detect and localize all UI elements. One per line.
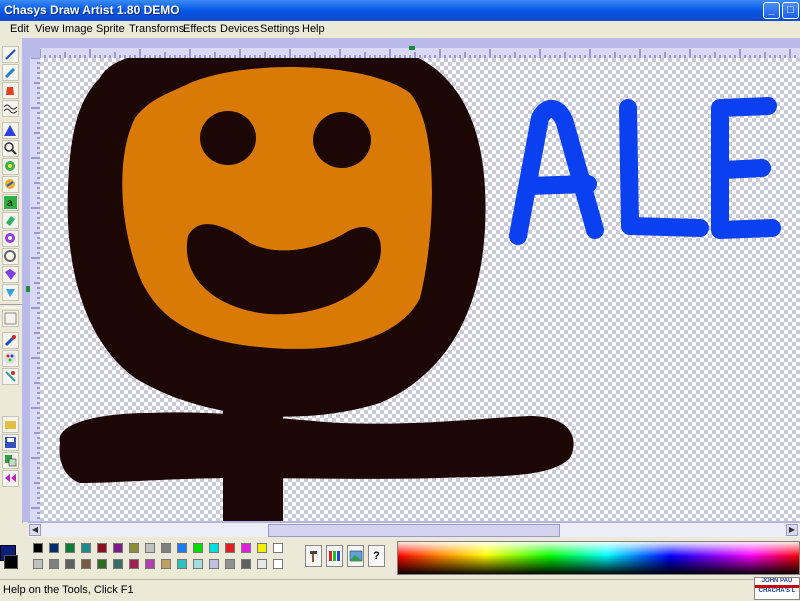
window-title: Chasys Draw Artist 1.80 DEMO [4, 3, 180, 17]
palette-swatch[interactable] [81, 543, 91, 553]
arms [59, 412, 574, 483]
drawing [59, 58, 781, 521]
background-color[interactable] [4, 555, 18, 569]
palette-swatch[interactable] [193, 559, 203, 569]
menu-sprite[interactable]: Sprite [96, 23, 125, 35]
color-spectrum[interactable] [397, 541, 800, 575]
palette-swatch[interactable] [225, 559, 235, 569]
palette-swatch[interactable] [65, 543, 75, 553]
maximize-button[interactable]: □ [782, 2, 799, 19]
scroll-left-arrow-icon[interactable]: ◀ [29, 524, 41, 536]
palette-swatch[interactable] [177, 559, 187, 569]
palette-swatch[interactable] [49, 559, 59, 569]
palette-swatch[interactable] [209, 543, 219, 553]
palette-swatch[interactable] [225, 543, 235, 553]
paste-icon[interactable] [2, 470, 19, 487]
triangle-icon[interactable] [2, 122, 19, 139]
pen-icon[interactable] [2, 46, 19, 63]
menu-view[interactable]: View [35, 23, 59, 35]
palette-icon[interactable] [2, 350, 19, 367]
palette-swatch[interactable] [241, 559, 251, 569]
palette-swatch[interactable] [145, 559, 155, 569]
menu-devices[interactable]: Devices [220, 23, 259, 35]
title-bar: Chasys Draw Artist 1.80 DEMO _ □ [0, 0, 800, 21]
taskbar-thumbnail[interactable]: JOHN PAU CHACHA'S L [754, 577, 800, 600]
palette-swatch[interactable] [113, 559, 123, 569]
menu-settings[interactable]: Settings [260, 23, 300, 35]
fill-icon[interactable] [2, 82, 19, 99]
menu-effects[interactable]: Effects [183, 23, 216, 35]
filter-icon[interactable] [2, 310, 19, 327]
eyedropper-icon[interactable] [2, 332, 19, 349]
left-eye [200, 111, 256, 165]
palette-swatch[interactable] [65, 559, 75, 569]
menu-help[interactable]: Help [302, 23, 325, 35]
rect-icon[interactable] [2, 266, 19, 283]
palette-swatch[interactable] [81, 559, 91, 569]
minimize-button[interactable]: _ [763, 2, 780, 19]
blend-icon[interactable] [2, 368, 19, 385]
ruler-marker-top [409, 46, 415, 50]
scroll-thumb[interactable] [268, 524, 560, 537]
color-selector[interactable] [0, 545, 18, 571]
ruler-marker-left [26, 286, 30, 292]
eraser-icon[interactable] [2, 212, 19, 229]
palette-swatch[interactable] [97, 559, 107, 569]
palette-swatch[interactable] [257, 543, 267, 553]
palette-swatch[interactable] [241, 543, 251, 553]
palette-swatch[interactable] [33, 543, 43, 553]
thumbnail-line-1: JOHN PAU [761, 578, 793, 584]
open-icon[interactable] [2, 416, 19, 433]
thumbnail-line-2: CHACHA'S L [758, 588, 796, 594]
status-text: Help on the Tools, Click F1 [3, 584, 134, 596]
drawing-canvas[interactable] [40, 58, 800, 521]
svg-text:a: a [7, 198, 13, 209]
horizontal-scrollbar[interactable]: ◀ ▶ [28, 522, 800, 537]
status-bar: Help on the Tools, Click F1 [0, 579, 800, 601]
palette-swatch[interactable] [273, 559, 283, 569]
palette-swatch[interactable] [97, 543, 107, 553]
palette-swatch[interactable] [209, 559, 219, 569]
toolbar-separator [0, 304, 22, 308]
minimize-icon: _ [768, 4, 775, 16]
left-toolbar: a [0, 38, 23, 523]
palette-swatch[interactable] [161, 559, 171, 569]
palette-swatch[interactable] [145, 543, 155, 553]
brush-icon[interactable] [2, 64, 19, 81]
palette-swatch[interactable] [177, 543, 187, 553]
right-eye [313, 112, 371, 168]
text-icon[interactable]: a [2, 194, 19, 211]
ale-letters [509, 97, 781, 245]
hammer-icon[interactable] [305, 545, 322, 567]
menu-bar: Edit View Image Sprite Transforms Effect… [0, 21, 800, 39]
palette-swatch[interactable] [273, 543, 283, 553]
palette-swatch[interactable] [33, 559, 43, 569]
wave-icon[interactable] [2, 100, 19, 117]
zoom-icon[interactable] [2, 140, 19, 157]
help-icon[interactable]: ? [368, 545, 385, 567]
palette-swatch[interactable] [129, 543, 139, 553]
stamp-icon[interactable] [2, 176, 19, 193]
copy-icon[interactable] [2, 452, 19, 469]
menu-edit[interactable]: Edit [10, 23, 29, 35]
gradient-icon[interactable] [2, 284, 19, 301]
menu-transforms[interactable]: Transforms [129, 23, 184, 35]
selection-icon[interactable] [2, 158, 19, 175]
menu-image[interactable]: Image [62, 23, 93, 35]
bars-icon[interactable] [326, 545, 343, 567]
maximize-icon: □ [787, 4, 794, 16]
palette-swatch[interactable] [257, 559, 267, 569]
picture-icon[interactable] [347, 545, 364, 567]
lasso-icon[interactable] [2, 230, 19, 247]
palette-swatch[interactable] [161, 543, 171, 553]
arrow-icon[interactable] [2, 248, 19, 265]
palette-swatch[interactable] [193, 543, 203, 553]
scroll-right-arrow-icon[interactable]: ▶ [786, 524, 798, 536]
save-icon[interactable] [2, 434, 19, 451]
palette-swatch[interactable] [129, 559, 139, 569]
palette-swatch[interactable] [113, 543, 123, 553]
palette-swatch[interactable] [49, 543, 59, 553]
